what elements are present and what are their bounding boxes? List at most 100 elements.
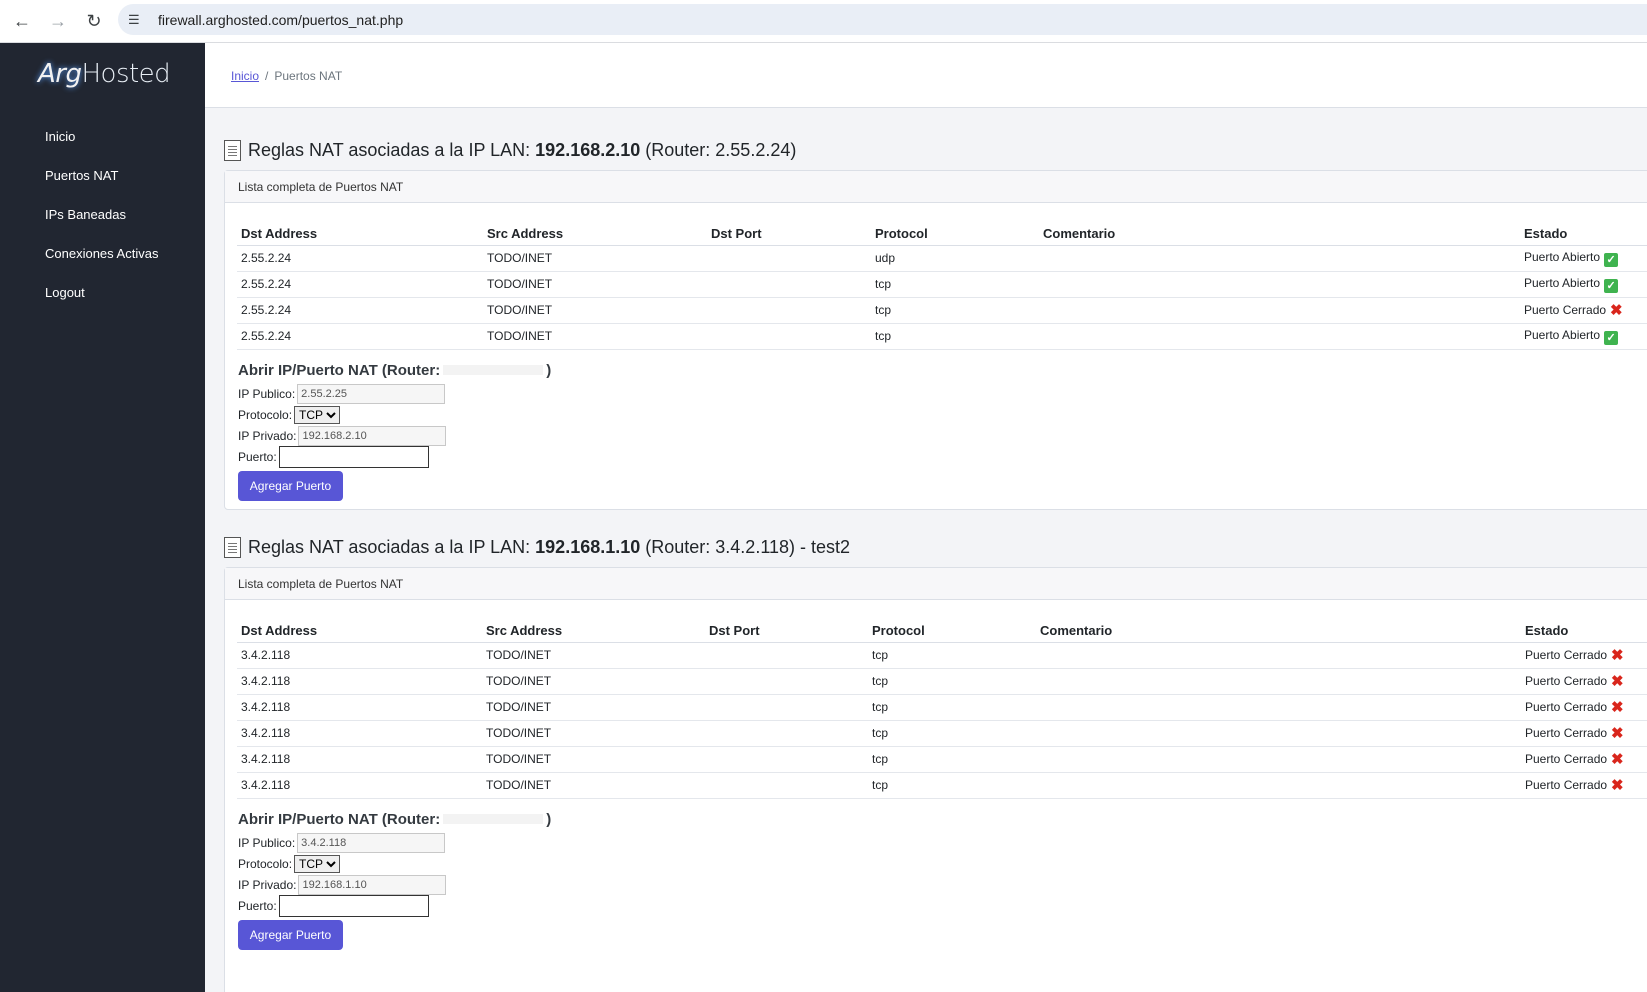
src-address-cell: TODO/INET [482, 746, 705, 773]
table-header-row: Dst Address Src Address Dst Port Protoco… [237, 612, 1647, 643]
col-dst-port: Dst Port [707, 215, 871, 246]
col-dst-address: Dst Address [237, 612, 482, 643]
nat-card: Lista completa de Puertos NAT Dst Addres… [224, 170, 1647, 510]
logo-part1: Arg [38, 59, 82, 89]
section-lan-ip: 192.168.1.10 [535, 537, 641, 557]
comentario-cell [1036, 772, 1521, 799]
document-icon [224, 537, 241, 558]
protocol-cell: tcp [868, 746, 1036, 773]
estado-text: Puerto Cerrado [1524, 303, 1607, 317]
protocol-cell: tcp [868, 694, 1036, 721]
agregar-puerto-button[interactable]: Agregar Puerto [238, 471, 343, 501]
dst-address-cell: 2.55.2.24 [237, 271, 483, 298]
ip-publico-input[interactable] [297, 833, 446, 853]
col-src-address: Src Address [483, 215, 707, 246]
ip-privado-input[interactable] [298, 426, 447, 446]
table-row: 3.4.2.118 TODO/INET tcp Puerto Cerrado ✖ [237, 642, 1647, 669]
nat-table: Dst Address Src Address Dst Port Protoco… [237, 612, 1647, 799]
comentario-cell [1036, 642, 1521, 669]
col-dst-address: Dst Address [237, 215, 483, 246]
logo[interactable]: ArgHosted [38, 59, 171, 89]
cross-icon: ✖ [1611, 699, 1624, 716]
cross-icon: ✖ [1610, 302, 1623, 319]
estado-text: Puerto Cerrado [1525, 648, 1608, 662]
dst-address-cell: 3.4.2.118 [237, 642, 482, 669]
ip-privado-input[interactable] [298, 875, 447, 895]
dst-address-cell: 2.55.2.24 [237, 297, 483, 324]
ip-publico-label: IP Publico: [238, 836, 296, 850]
col-protocol: Protocol [868, 612, 1036, 643]
form-title: Abrir IP/Puerto NAT (Router:) [238, 810, 551, 828]
dst-port-cell [705, 746, 868, 773]
comentario-cell [1039, 245, 1520, 272]
section-title-prefix: Reglas NAT asociadas a la IP LAN: [248, 537, 531, 557]
estado-text: Puerto Cerrado [1525, 674, 1608, 688]
ip-publico-label: IP Publico: [238, 387, 296, 401]
ip-publico-input[interactable] [297, 384, 446, 404]
forward-icon[interactable]: → [44, 7, 72, 35]
browser-toolbar: ← → ↻ ☰ firewall.arghosted.com/puertos_n… [0, 0, 1647, 43]
table-body: 2.55.2.24 TODO/INET udp Puerto Abierto ✓ 2.55… [237, 245, 1647, 350]
puerto-input[interactable] [278, 895, 429, 917]
ip-privado-label: IP Privado: [238, 429, 297, 443]
section-title: Reglas NAT asociadas a la IP LAN: 192.16… [224, 140, 796, 161]
sidebar-item-inicio[interactable]: Inicio [0, 117, 205, 156]
src-address-cell: TODO/INET [482, 642, 705, 669]
table-row: 2.55.2.24 TODO/INET tcp Puerto Cerrado ✖ [237, 297, 1647, 324]
main-content: Inicio / Puertos NAT Reglas NAT asociadas … [205, 43, 1647, 992]
protocol-cell: udp [871, 245, 1039, 272]
check-icon: ✓ [1604, 278, 1619, 293]
dst-port-cell [707, 245, 871, 272]
section-title: Reglas NAT asociadas a la IP LAN: 192.16… [224, 537, 850, 558]
dst-port-cell [705, 772, 868, 799]
estado-text: Puerto Cerrado [1525, 700, 1608, 714]
section-title-prefix: Reglas NAT asociadas a la IP LAN: [248, 140, 531, 160]
comentario-cell [1039, 271, 1520, 298]
estado-cell: Puerto Cerrado ✖ [1521, 694, 1647, 721]
sidebar-item-puertos-nat[interactable]: Puertos NAT [0, 156, 205, 195]
sidebar-item-ips-baneadas[interactable]: IPs Baneadas [0, 195, 205, 234]
dst-port-cell [705, 642, 868, 669]
table-row: 3.4.2.118 TODO/INET tcp Puerto Cerrado ✖ [237, 668, 1647, 695]
col-src-address: Src Address [482, 612, 705, 643]
puerto-label: Puerto: [238, 450, 277, 464]
nat-card: Lista completa de Puertos NAT Dst Addres… [224, 567, 1647, 992]
protocol-cell: tcp [868, 668, 1036, 695]
protocolo-label: Protocolo: [238, 857, 293, 871]
src-address-cell: TODO/INET [482, 772, 705, 799]
redacted-router [443, 365, 544, 375]
dst-address-cell: 3.4.2.118 [237, 746, 482, 773]
estado-cell: Puerto Cerrado ✖ [1521, 668, 1647, 695]
comentario-cell [1039, 323, 1520, 350]
comentario-cell [1036, 694, 1521, 721]
back-icon[interactable]: ← [8, 7, 36, 35]
dst-address-cell: 3.4.2.118 [237, 720, 482, 747]
col-protocol: Protocol [871, 215, 1039, 246]
col-estado: Estado [1521, 612, 1647, 643]
address-bar[interactable]: ☰ firewall.arghosted.com/puertos_nat.php [118, 4, 1647, 35]
comentario-cell [1036, 668, 1521, 695]
col-comentario: Comentario [1039, 215, 1520, 246]
estado-text: Puerto Abierto [1524, 275, 1601, 290]
document-icon [224, 140, 241, 161]
protocolo-select[interactable]: TCP [294, 406, 341, 424]
estado-text: Puerto Cerrado [1525, 778, 1608, 792]
site-settings-icon[interactable]: ☰ [128, 12, 148, 28]
table-row: 3.4.2.118 TODO/INET tcp Puerto Cerrado ✖ [237, 772, 1647, 799]
estado-text: Puerto Abierto [1524, 249, 1601, 264]
puerto-input[interactable] [278, 446, 429, 468]
sidebar-item-conexiones-activas[interactable]: Conexiones Activas [0, 234, 205, 273]
sidebar-item-logout[interactable]: Logout [0, 273, 205, 312]
protocol-cell: tcp [871, 271, 1039, 298]
card-header: Lista completa de Puertos NAT [225, 171, 1647, 203]
estado-text: Puerto Cerrado [1525, 752, 1608, 766]
estado-cell: Puerto Abierto ✓ [1520, 245, 1647, 272]
agregar-puerto-button[interactable]: Agregar Puerto [238, 920, 343, 950]
check-icon: ✓ [1604, 330, 1619, 345]
reload-icon[interactable]: ↻ [80, 7, 108, 35]
cross-icon: ✖ [1611, 673, 1624, 690]
estado-text: Puerto Abierto [1524, 327, 1601, 342]
breadcrumb-home-link[interactable]: Inicio [231, 69, 259, 83]
protocolo-select[interactable]: TCP [294, 855, 341, 873]
puerto-label: Puerto: [238, 899, 277, 913]
